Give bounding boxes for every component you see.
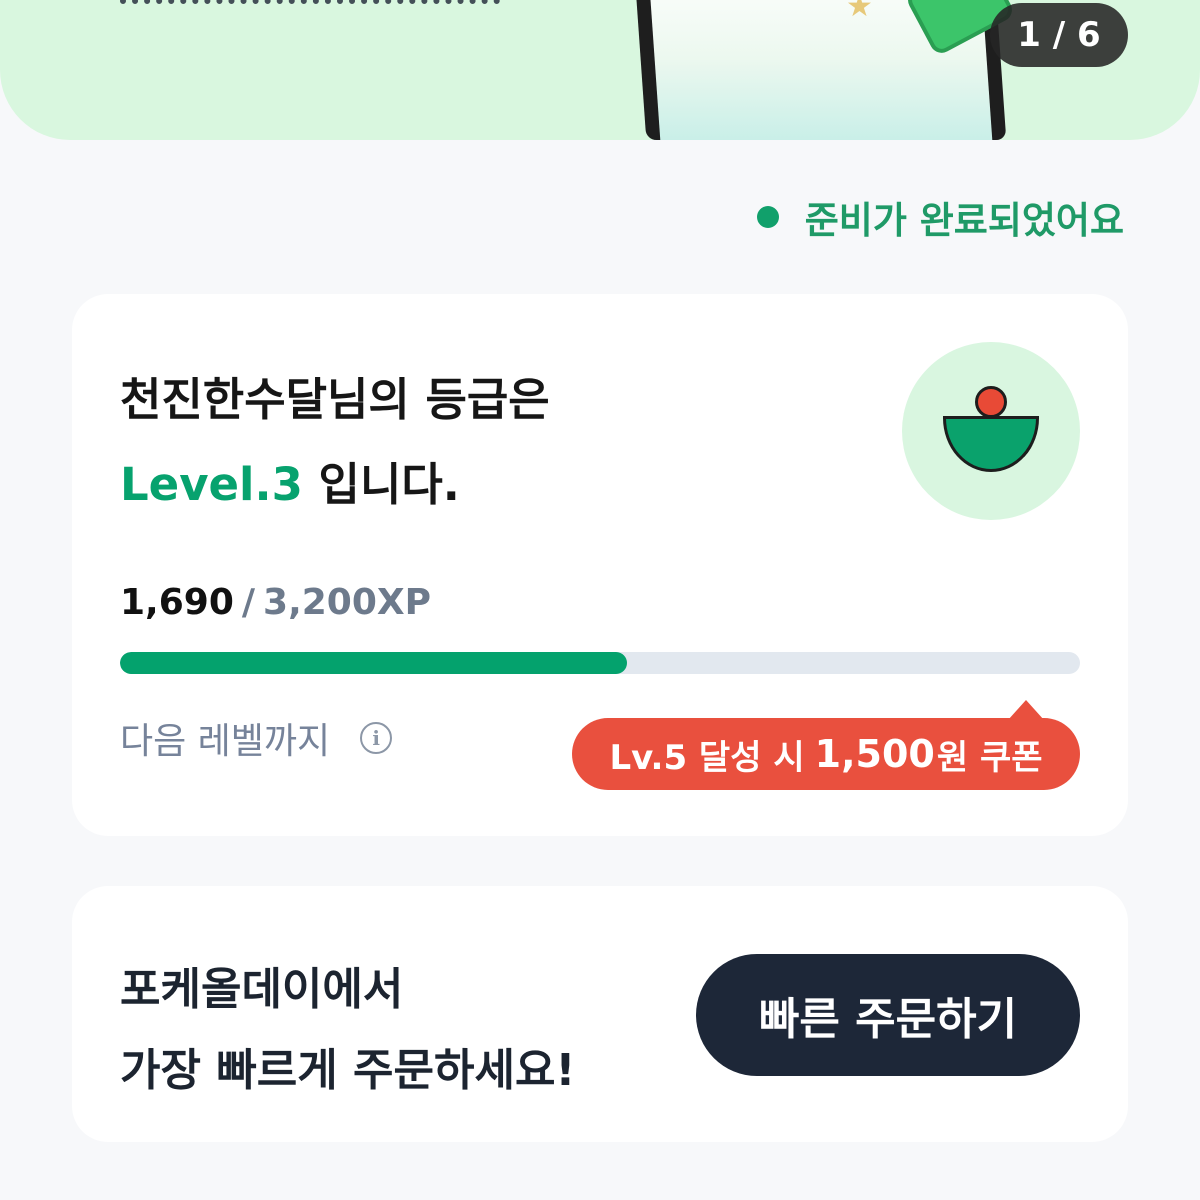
coupon-amount: 1,500 — [814, 732, 935, 776]
banner-cropped-text — [120, 0, 500, 4]
status-dot-icon — [756, 206, 779, 228]
xp-progress-fill — [120, 652, 627, 674]
grade-title-line2: Level.3 입니다. — [120, 443, 550, 528]
xp-separator: / — [241, 582, 256, 623]
grade-card: 천진한수달님의 등급은 Level.3 입니다. 1,690/3,200XP 다… — [72, 294, 1128, 836]
grade-badge-icon — [902, 342, 1080, 520]
promo-banner[interactable]: ★ 1 / 6 — [0, 0, 1200, 140]
quick-order-message: 포케올데이에서 가장 빠르게 주문하세요! — [120, 950, 576, 1112]
grade-title: 천진한수달님의 등급은 Level.3 입니다. — [120, 358, 550, 527]
quick-order-card: 포케올데이에서 가장 빠르게 주문하세요! 빠른 주문하기 — [72, 886, 1128, 1142]
coupon-suffix: 원 쿠폰 — [936, 737, 1043, 778]
status-text: 준비가 완료되었어요 — [804, 199, 1124, 242]
quick-order-line1: 포케올데이에서 — [120, 964, 404, 1015]
ready-status: 준비가 완료되었어요 — [756, 190, 1124, 244]
xp-progress-text: 1,690/3,200XP — [120, 582, 431, 623]
next-level-label: 다음 레벨까지 — [120, 721, 331, 762]
info-icon[interactable]: i — [360, 722, 393, 754]
coupon-prefix: Lv.5 달성 시 — [609, 737, 805, 778]
quick-order-button[interactable]: 빠른 주문하기 — [696, 954, 1080, 1076]
page: ★ 1 / 6 준비가 완료되었어요 천진한수달님의 등급은 Level.3 입… — [0, 0, 1200, 1200]
grade-title-suffix: 입니다. — [302, 457, 460, 511]
badge-bowl-icon — [943, 416, 1039, 472]
next-level-label-row: 다음 레벨까지 i — [120, 712, 393, 764]
badge-ball-icon — [975, 386, 1007, 418]
xp-current: 1,690 — [120, 582, 234, 623]
level-label: Level.3 — [120, 457, 303, 511]
quick-order-line2: 가장 빠르게 주문하세요! — [120, 1044, 576, 1096]
banner-page-indicator: 1 / 6 — [990, 3, 1128, 67]
star-icon: ★ — [846, 0, 873, 24]
xp-max: 3,200XP — [263, 582, 432, 623]
xp-progress-bar — [120, 652, 1080, 674]
coupon-tooltip: Lv.5 달성 시 1,500 원 쿠폰 — [572, 700, 1080, 790]
grade-title-line1: 천진한수달님의 등급은 — [120, 373, 550, 426]
